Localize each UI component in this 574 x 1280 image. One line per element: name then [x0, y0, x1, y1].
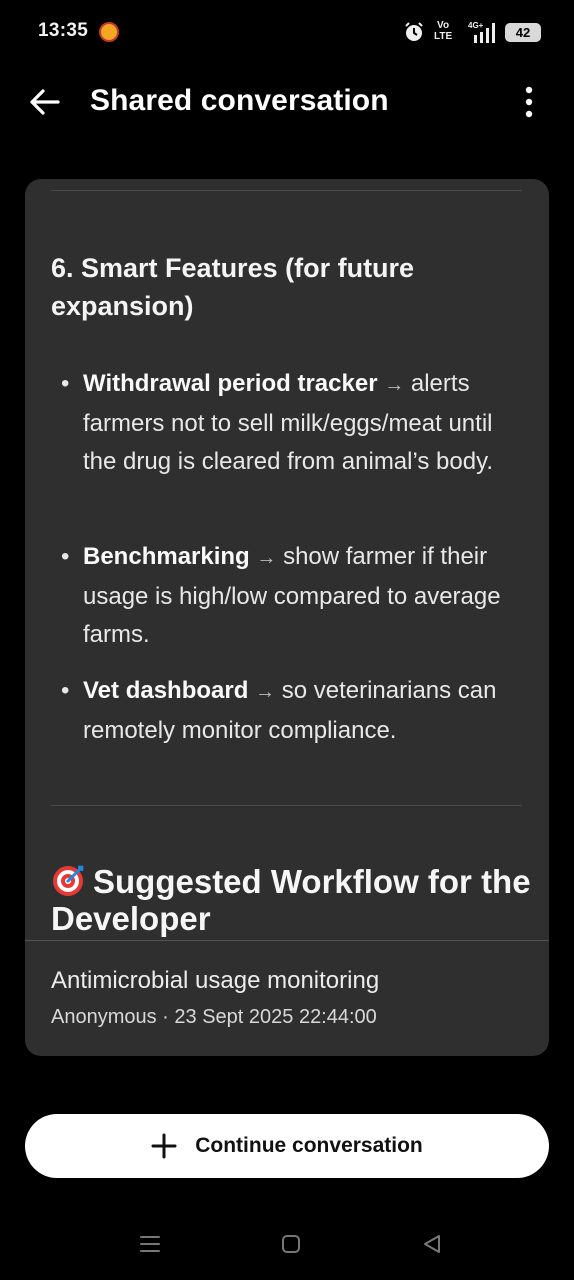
- bullet-bold: Benchmarking: [83, 543, 250, 570]
- conversation-title: Antimicrobial usage monitoring: [51, 967, 380, 994]
- list-item-withdrawal-tracker: • Withdrawal period tracker → alerts far…: [51, 365, 531, 482]
- bullet-bold: Vet dashboard: [83, 677, 249, 704]
- page-title: Shared conversation: [90, 84, 389, 117]
- bullet-icon: •: [61, 677, 70, 704]
- arrow-right-icon: →: [256, 547, 277, 569]
- home-icon[interactable]: [279, 1232, 303, 1256]
- list-item-benchmarking: • Benchmarking → show farmer if their us…: [51, 538, 531, 655]
- workflow-heading-text: Suggested Workflow for the Developer: [51, 863, 531, 937]
- status-time: 13:35: [38, 20, 89, 41]
- signal-icon: 4G+: [468, 21, 495, 43]
- bullet-icon: •: [61, 370, 70, 397]
- app-notification-icon: [99, 22, 119, 42]
- recents-icon[interactable]: [138, 1232, 162, 1256]
- conversation-preview: 6. Smart Features (for future expansion)…: [25, 179, 549, 940]
- arrow-right-icon: →: [384, 374, 405, 396]
- battery-icon: 42: [505, 23, 541, 42]
- alarm-icon: [405, 22, 423, 41]
- network-label: 4G+: [468, 21, 484, 30]
- bullet-icon: •: [61, 543, 70, 570]
- app-bar: Shared conversation: [0, 64, 574, 140]
- conversation-meta: Anonymous · 23 Sept 2025 22:44:00: [51, 1006, 377, 1028]
- continue-conversation-button[interactable]: Continue conversation: [25, 1114, 549, 1178]
- volte-top-label: Vo: [437, 20, 450, 31]
- workflow-heading: Suggested Workflow for the Developer: [51, 863, 531, 937]
- volte-bottom-label: LTE: [434, 31, 453, 42]
- more-options-button[interactable]: [510, 82, 548, 122]
- card-footer-divider: [25, 940, 549, 941]
- more-vertical-icon: [525, 86, 533, 118]
- bullet-bold: Withdrawal period tracker: [83, 370, 378, 397]
- volte-icon: Vo LTE: [434, 20, 452, 42]
- system-nav-bar: [0, 1210, 574, 1280]
- back-triangle-icon[interactable]: [420, 1232, 444, 1256]
- section-heading: 6. Smart Features (for future expansion): [51, 253, 415, 321]
- shared-conversation-card[interactable]: 6. Smart Features (for future expansion)…: [25, 179, 549, 1056]
- list-item-vet-dashboard: • Vet dashboard → so veterinarians can r…: [51, 672, 531, 750]
- back-button[interactable]: [22, 82, 66, 122]
- status-bar: 13:35 Vo LTE 4G+ 42: [0, 0, 574, 64]
- plus-icon: [151, 1133, 177, 1159]
- arrow-left-icon: [30, 89, 60, 115]
- continue-label: Continue conversation: [195, 1134, 423, 1157]
- arrow-right-icon: →: [255, 681, 276, 703]
- section-divider: [51, 805, 522, 806]
- target-icon: [53, 865, 84, 896]
- top-divider: [51, 190, 522, 191]
